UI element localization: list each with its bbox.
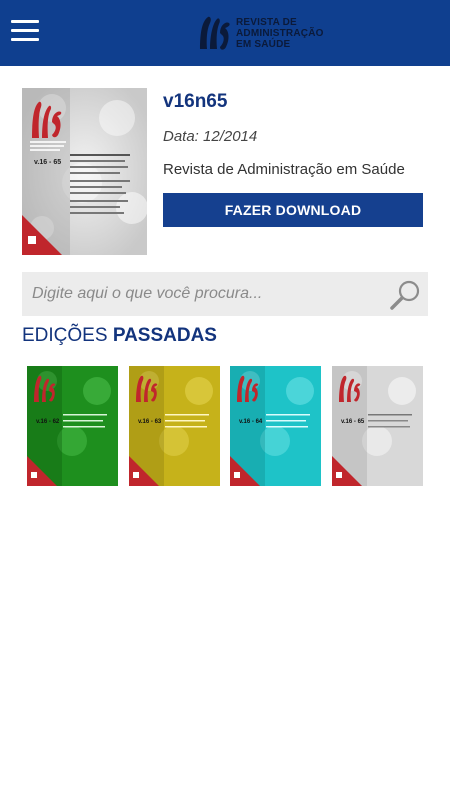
app-logo[interactable]: REVISTA DE ADMINISTRAÇÃO EM SAÚDE [196,12,324,54]
svg-text:v.16 - 65: v.16 - 65 [34,159,61,166]
magnifier-icon[interactable] [388,279,422,311]
past-editions-title-part1: EDIÇÕES [22,325,108,346]
past-edition-issue-1: v.16 - 62 [36,419,60,425]
issue-journal-name: Revista de Administração em Saúde [163,161,405,178]
search-input[interactable] [32,272,382,316]
past-edition-cover-3[interactable]: v.16 - 64 [230,366,321,486]
download-button[interactable]: FAZER DOWNLOAD [163,193,423,227]
past-edition-cover-4[interactable]: v.16 - 65 [332,366,423,486]
featured-cover-image[interactable]: v.16 - 65 [22,88,147,255]
past-edition-issue-3: v.16 - 64 [239,419,263,425]
issue-title: v16n65 [163,91,228,112]
issue-date: Data: 12/2014 [163,128,258,145]
logo-line-3: EM SAÚDE [236,38,291,50]
search-bar [22,272,428,316]
past-edition-issue-2: v.16 - 63 [138,419,162,425]
logo-line-1: REVISTA DE [236,16,297,28]
logo-mark-icon [200,16,230,50]
past-editions-title: EDIÇÕES PASSADAS [22,325,217,347]
past-edition-issue-4: v.16 - 65 [341,419,365,425]
past-editions-title-part2: PASSADAS [112,325,217,346]
app-header: REVISTA DE ADMINISTRAÇÃO EM SAÚDE [0,0,450,66]
past-edition-cover-1[interactable]: v.16 - 62 [27,366,118,486]
logo-text: REVISTA DE ADMINISTRAÇÃO EM SAÚDE [236,17,324,50]
logo-line-2: ADMINISTRAÇÃO [236,27,324,39]
past-edition-cover-2[interactable]: v.16 - 63 [129,366,220,486]
hamburger-icon[interactable] [11,20,39,42]
